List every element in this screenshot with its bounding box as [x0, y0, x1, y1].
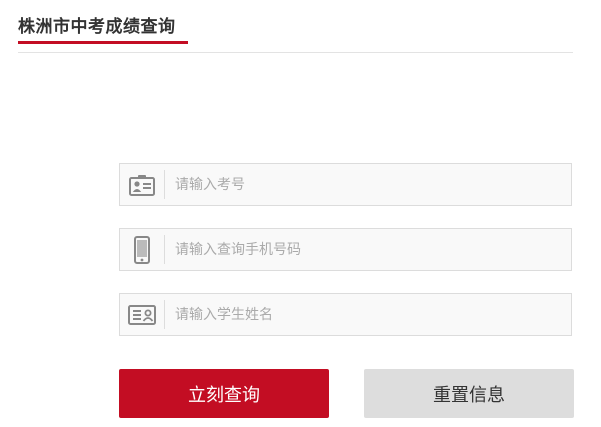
field-divider	[164, 235, 165, 264]
query-button[interactable]: 立刻查询	[119, 369, 329, 418]
name-card-icon	[120, 294, 164, 335]
page-header: 株洲市中考成绩查询	[18, 0, 573, 53]
mobile-phone-icon	[120, 229, 164, 270]
phone-input[interactable]	[175, 229, 565, 270]
student-name-field	[119, 293, 572, 336]
field-divider	[164, 170, 165, 199]
exam-number-field	[119, 163, 572, 206]
title-underline	[18, 41, 188, 44]
page-title: 株洲市中考成绩查询	[18, 17, 176, 37]
id-badge-icon	[120, 164, 164, 205]
exam-number-input[interactable]	[175, 164, 565, 205]
reset-button[interactable]: 重置信息	[364, 369, 574, 418]
field-divider	[164, 300, 165, 329]
student-name-input[interactable]	[175, 294, 565, 335]
phone-field	[119, 228, 572, 271]
